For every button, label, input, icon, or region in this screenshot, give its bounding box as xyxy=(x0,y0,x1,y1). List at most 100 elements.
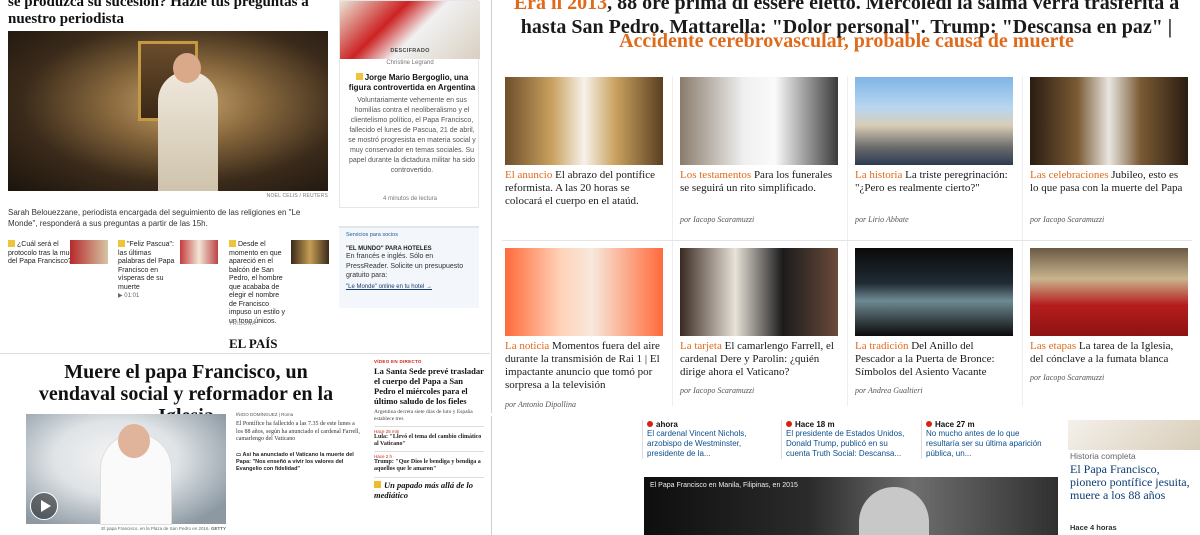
live-time-text: Hace 27 m xyxy=(935,420,975,429)
mini-article-3[interactable]: Desde el momento en que apareció en el b… xyxy=(229,240,329,326)
photo-credit: NOEL CELIS / REUTERS xyxy=(266,193,328,199)
story-card-image xyxy=(1068,420,1200,450)
news-card[interactable]: Las etapas La tarea de la Iglesia, del c… xyxy=(1030,248,1188,408)
news-card-image xyxy=(505,248,663,336)
live-item-text: No mucho antes de lo que resultaría ser … xyxy=(926,429,1042,458)
row-divider xyxy=(502,240,1192,241)
story-card-label: Historia completa xyxy=(1070,451,1136,461)
news-card-text: La historia La triste peregrinación: "¿P… xyxy=(855,169,1013,195)
related-link-text: Así ha anunciado el Vaticano la muerte d… xyxy=(236,452,354,472)
card-kicker: Los testamentos xyxy=(680,169,752,181)
news-card[interactable]: La historia La triste peregrinación: "¿P… xyxy=(855,77,1013,237)
card-kicker: Las celebraciones xyxy=(1030,169,1109,181)
news-card-image xyxy=(680,77,838,165)
news-card[interactable]: Las celebraciones Jubileo, esto es lo qu… xyxy=(1030,77,1188,237)
live-column: VÍDEO EN DIRECTO La Santa Sede prevé tra… xyxy=(374,359,484,500)
live-title[interactable]: La Santa Sede prevé trasladar el cuerpo … xyxy=(374,366,484,406)
live-dot-icon xyxy=(647,421,653,427)
live-summary: Argentina decreta siete días de luto y E… xyxy=(374,409,473,422)
live-item-text: El presidente de Estados Unidos, Donald … xyxy=(786,429,905,458)
news-card[interactable]: La tradición Del Anillo del Pescador a l… xyxy=(855,248,1013,408)
live-time-text: ahora xyxy=(656,420,678,429)
mini-thumb-3 xyxy=(291,240,329,264)
corriere-panel: Era il 2013, 88 ore prima di essere elet… xyxy=(491,0,1200,413)
card-kicker: Las etapas xyxy=(1030,340,1077,352)
bullet-icon xyxy=(355,73,363,80)
article-tag: DESCIFRADO xyxy=(390,48,430,54)
services-box: Servicios para socios "EL MUNDO" PARA HO… xyxy=(339,226,479,308)
related-link[interactable]: ▭ Así ha anunciado el Vaticano la muerte… xyxy=(236,452,362,473)
live-update[interactable]: Hace 25 min Lula: "Llevó el tema del cam… xyxy=(374,426,484,448)
news-card[interactable]: El anuncio El abrazo del pontífice refor… xyxy=(505,77,663,237)
news-card-text: La tarjeta El camarlengo Farrell, el car… xyxy=(680,340,838,379)
column-divider xyxy=(672,76,673,406)
sub-headline[interactable]: Accidente cerebrovascular, probable caus… xyxy=(492,30,1200,53)
hero-photo[interactable] xyxy=(8,31,328,191)
next-masthead[interactable]: EL PAÍS xyxy=(229,336,278,350)
story-card-time: Hace 4 horas xyxy=(1070,523,1117,532)
play-icon[interactable] xyxy=(30,492,58,520)
news-card-text: Los testamentos Para los funerales se se… xyxy=(680,169,838,195)
live-time-text: Hace 18 m xyxy=(795,420,835,429)
news-card-image xyxy=(855,248,1013,336)
news-card[interactable]: La tarjeta El camarlengo Farrell, el car… xyxy=(680,248,838,408)
lemonde-panel: se produzca su sucesión? Hazle tus pregu… xyxy=(0,0,490,350)
side-article-title[interactable]: Jorge Mario Bergoglio, una figura contro… xyxy=(348,73,476,93)
card-byline: por Lirio Abbate xyxy=(855,215,909,224)
live-dot-icon xyxy=(926,421,932,427)
news-card-image xyxy=(680,248,838,336)
news-card-text: La noticia Momentos fuera del aire duran… xyxy=(505,340,663,392)
card-byline: por Antonio Dipollina xyxy=(505,400,576,409)
explainer-link[interactable]: Un papado más allá de lo mediático xyxy=(374,477,484,500)
pope-figure xyxy=(158,71,218,191)
reading-time: 4 minutos de lectura xyxy=(382,196,438,202)
live-item[interactable]: Hace 18 m El presidente de Estados Unido… xyxy=(781,420,913,459)
news-card-image xyxy=(1030,248,1188,336)
headline-highlight: Era il 2013 xyxy=(513,0,608,14)
news-card-text: El anuncio El abrazo del pontífice refor… xyxy=(505,169,663,208)
news-card[interactable]: La noticia Momentos fuera del aire duran… xyxy=(505,248,663,409)
news-card-text: Las celebraciones Jubileo, esto es lo qu… xyxy=(1030,169,1188,195)
live-item[interactable]: ahora El cardenal Vincent Nichols, arzob… xyxy=(642,420,774,459)
photo-caption-text: El papa Francisco, en la Plaza de San Pe… xyxy=(101,526,210,531)
services-link[interactable]: "Le Monde" online en tu hotel → xyxy=(346,284,472,290)
live-item[interactable]: Hace 27 m No mucho antes de lo que resul… xyxy=(921,420,1053,459)
card-byline: por Iacopo Scaramuzzi xyxy=(1030,215,1105,224)
card-kicker: El anuncio xyxy=(505,169,553,181)
live-photo-caption: El Papa Francisco en Manila, Filipinas, … xyxy=(650,482,798,489)
bullet-icon xyxy=(8,240,15,247)
card-byline: por Iacopo Scaramuzzi xyxy=(680,386,755,395)
hero-headline[interactable]: se produzca su sucesión? Hazle tus pregu… xyxy=(8,0,338,28)
elpais-panel: Muere el papa Francisco, un vendaval soc… xyxy=(0,353,490,535)
card-kicker: La tradición xyxy=(855,340,909,352)
card-kicker: La noticia xyxy=(505,340,550,352)
pope-head xyxy=(859,487,929,535)
news-card-text: Las etapas La tarea de la Iglesia, del c… xyxy=(1030,340,1188,366)
card-byline: por Iacopo Scaramuzzi xyxy=(1030,373,1105,382)
column-divider xyxy=(847,76,848,406)
pope-face xyxy=(118,424,150,458)
live-update[interactable]: Hace 2 h Trump: "Que Dios le bendiga y b… xyxy=(374,451,484,473)
mini-article-2[interactable]: "Feliz Pascua": las últimas palabras del… xyxy=(118,240,218,301)
card-byline: por Iacopo Scaramuzzi xyxy=(680,215,755,224)
news-card[interactable]: Los testamentos Para los funerales se se… xyxy=(680,77,838,237)
story-card-title[interactable]: El Papa Francisco, pionero pontífice jes… xyxy=(1070,463,1198,502)
bullet-icon xyxy=(229,240,236,247)
card-kicker: La tarjeta xyxy=(680,340,722,352)
live-photo[interactable]: El Papa Francisco en Manila, Filipinas, … xyxy=(644,477,1058,535)
byline[interactable]: ÍÑIGO DOMÍNGUEZ | Roma xyxy=(236,412,293,417)
section-label: TRIBUNA xyxy=(229,321,256,327)
pope-head xyxy=(173,53,201,83)
story-card[interactable]: Historia completa El Papa Francisco, pio… xyxy=(1068,420,1200,535)
news-card-image xyxy=(855,77,1013,165)
live-item-time: Hace 18 m xyxy=(786,420,913,429)
explainer-text: Un papado más allá de lo mediático xyxy=(374,480,474,500)
mini-thumb-1[interactable] xyxy=(70,240,108,264)
live-item-time: ahora xyxy=(647,420,774,429)
photo-credit: GETTY xyxy=(210,526,226,531)
side-article-card[interactable]: DESCIFRADO Christine Legrand Jorge Mario… xyxy=(339,0,480,208)
mini-thumb-2 xyxy=(180,240,218,264)
headline-text: , 88 ore prima di essere eletto. Mercole… xyxy=(607,0,1180,14)
video-duration: 01:01 xyxy=(124,293,140,299)
article-author: Christine Legrand xyxy=(386,60,434,66)
